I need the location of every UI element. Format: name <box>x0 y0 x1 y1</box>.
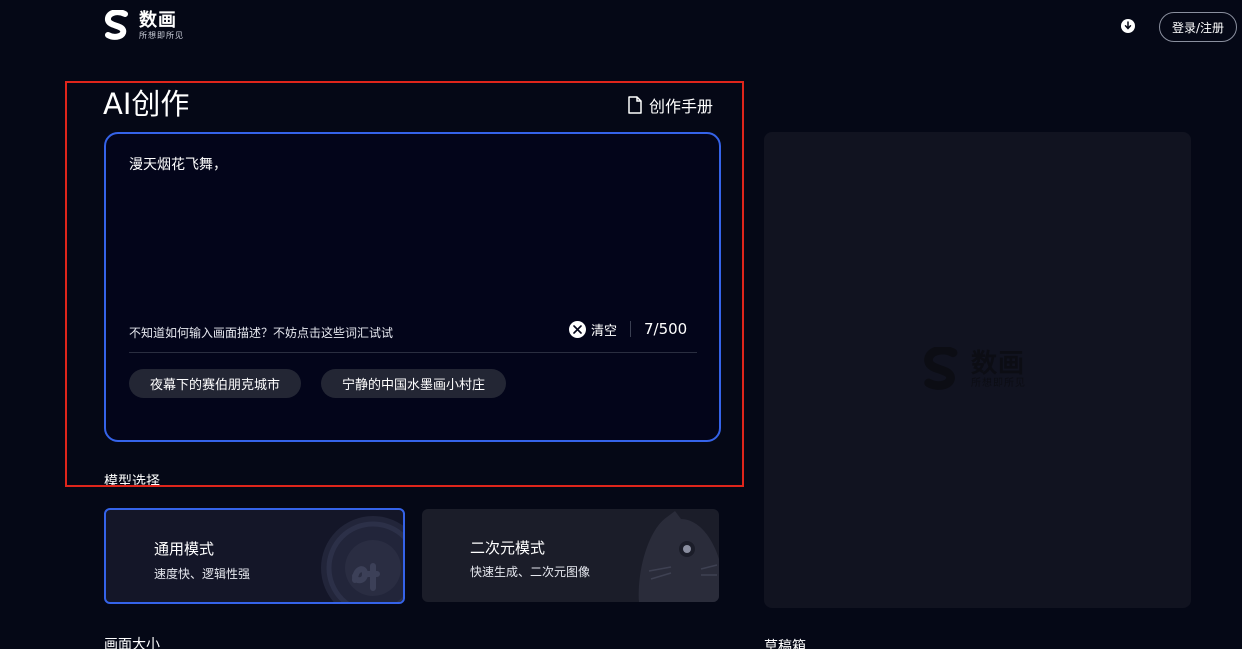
brand-slogan: 所想即所见 <box>139 31 184 40</box>
mode-card-general[interactable]: 通用模式 速度快、逻辑性强 <box>104 508 405 604</box>
draft-section-label: 草稿箱 <box>764 639 806 649</box>
prompt-input[interactable]: 漫天烟花飞舞， <box>129 154 699 314</box>
brand-name: 数画 <box>139 10 177 31</box>
download-icon[interactable] <box>1121 19 1135 33</box>
prompt-hint: 不知道如何输入画面描述？不妨点击这些词汇试试 <box>129 326 394 340</box>
login-register-button[interactable]: 登录/注册 <box>1159 12 1237 42</box>
preview-panel: 数画 所想即所见 <box>764 132 1191 608</box>
suggestion-chip[interactable]: 夜幕下的赛伯朋克城市 <box>129 369 302 398</box>
counter-divider <box>630 321 631 337</box>
mode-title: 二次元模式 <box>470 539 546 557</box>
mode-title: 通用模式 <box>154 540 215 558</box>
page-title: AI创作 <box>103 87 190 121</box>
suggestion-chips: 夜幕下的赛伯朋克城市 宁静的中国水墨画小村庄 <box>129 369 507 398</box>
mode-card-anime[interactable]: 二次元模式 快速生成、二次元图像 <box>422 509 719 602</box>
brand-logo[interactable]: 数画 所想即所见 <box>103 10 184 42</box>
mode-desc: 速度快、逻辑性强 <box>154 567 251 581</box>
anime-mode-illustration <box>638 511 719 602</box>
clear-button[interactable]: 清空 <box>569 320 617 339</box>
prompt-divider <box>129 352 697 353</box>
preview-logo: 数画 所想即所见 <box>921 347 1026 393</box>
size-section-label: 画面大小 <box>104 637 160 649</box>
suggestion-chip[interactable]: 宁静的中国水墨画小村庄 <box>321 369 507 398</box>
model-section-label: 模型选择 <box>104 474 160 486</box>
preview-brand-name: 数画 <box>971 349 1026 379</box>
creation-manual-label: 创作手册 <box>649 97 714 116</box>
general-mode-illustration <box>321 516 403 602</box>
logo-mark-icon <box>924 347 958 390</box>
close-circle-icon <box>569 321 586 338</box>
clear-label: 清空 <box>591 324 618 339</box>
preview-brand-slogan: 所想即所见 <box>971 378 1026 389</box>
char-counter: 7/500 <box>644 320 688 338</box>
document-icon <box>628 96 642 114</box>
prompt-box: 漫天烟花飞舞， 不知道如何输入画面描述？不妨点击这些词汇试试 清空 7/500 … <box>104 132 721 442</box>
logo-mark-icon <box>105 10 128 40</box>
creation-manual-link[interactable]: 创作手册 <box>627 93 713 117</box>
mode-desc: 快速生成、二次元图像 <box>470 565 591 579</box>
